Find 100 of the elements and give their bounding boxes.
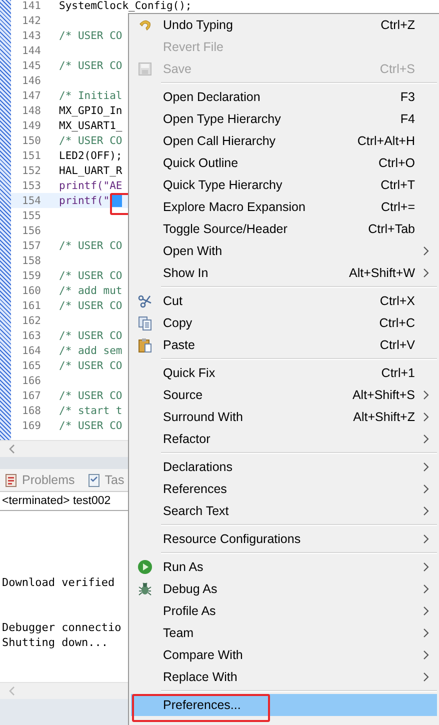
chevron-right-icon: [423, 462, 429, 472]
chevron-right-icon: [423, 246, 429, 256]
line-number: 152: [21, 164, 42, 176]
line-number: 144: [21, 44, 42, 56]
bug-icon: [137, 581, 153, 597]
menu-item[interactable]: Explore Macro Expansion Ctrl+=: [131, 196, 437, 218]
chevron-right-icon: [423, 390, 429, 400]
line-number: 167: [21, 390, 42, 402]
code-text: /* USER CO: [59, 30, 122, 42]
copy-icon: [137, 315, 153, 331]
scissors-icon: [137, 293, 153, 309]
line-number: 150: [21, 134, 42, 146]
menu-item[interactable]: Open Declaration F3: [131, 86, 437, 108]
menu-item[interactable]: Resource Configurations: [131, 528, 437, 550]
menu-item[interactable]: Cut Ctrl+X: [131, 290, 437, 312]
menu-item[interactable]: Paste Ctrl+V: [131, 334, 437, 356]
line-number: 155: [21, 210, 42, 222]
code-text: /* add sem: [59, 344, 122, 356]
chevron-right-icon: [423, 434, 429, 444]
menu-item[interactable]: Run As: [131, 556, 437, 578]
line-number: 143: [21, 30, 42, 42]
code-text: /* USER CO: [59, 240, 122, 252]
line-number: 168: [21, 404, 42, 416]
line-number: 169: [21, 420, 42, 432]
console-line: Download verified: [2, 575, 115, 590]
line-number: 156: [21, 224, 42, 236]
menu-item[interactable]: Quick Fix Ctrl+1: [131, 362, 437, 384]
menu-item[interactable]: Toggle Source/Header Ctrl+Tab: [131, 218, 437, 240]
line-number: 166: [21, 374, 42, 386]
console-line: Shutting down...: [2, 635, 108, 650]
menu-item[interactable]: Undo Typing Ctrl+Z: [131, 14, 437, 36]
line-number: 151: [21, 150, 42, 162]
line-number: 163: [21, 330, 42, 342]
console-title: <terminated> test002: [2, 495, 111, 507]
chevron-right-icon: [423, 484, 429, 494]
line-number: 158: [21, 254, 42, 266]
code-text: /* USER CO: [59, 390, 122, 402]
menu-item[interactable]: Quick Type Hierarchy Ctrl+T: [131, 174, 437, 196]
scroll-left-icon[interactable]: [8, 444, 16, 454]
line-number: 161: [21, 300, 42, 312]
menu-item[interactable]: Debug As: [131, 578, 437, 600]
play-icon: [137, 559, 153, 575]
line-number: 148: [21, 104, 42, 116]
code-text: /* USER CO: [59, 420, 122, 432]
menu-item[interactable]: Search Text: [131, 500, 437, 522]
code-text: /* USER CO: [59, 360, 122, 372]
code-text: MX_USART1_: [59, 120, 122, 132]
code-text: /* USER CO: [59, 60, 122, 72]
line-number: 141: [21, 0, 42, 12]
menu-item[interactable]: Open Call Hierarchy Ctrl+Alt+H: [131, 130, 437, 152]
chevron-right-icon: [423, 650, 429, 660]
code-text: /* USER CO: [59, 134, 122, 146]
line-number: 162: [21, 314, 42, 326]
menu-item[interactable]: Open Type Hierarchy F4: [131, 108, 437, 130]
menu-item[interactable]: References: [131, 478, 437, 500]
code-text: HAL_UART_R: [59, 164, 122, 176]
line-number: 142: [21, 14, 42, 26]
line-number: 165: [21, 360, 42, 372]
code-text: LED2(OFF);: [59, 150, 122, 162]
menu-item[interactable]: Copy Ctrl+C: [131, 312, 437, 334]
chevron-right-icon: [423, 412, 429, 422]
chevron-right-icon: [423, 562, 429, 572]
menu-item[interactable]: Team: [131, 622, 437, 644]
menu-item[interactable]: Show In Alt+Shift+W: [131, 262, 437, 284]
chevron-right-icon: [423, 584, 429, 594]
code-text: MX_GPIO_In: [59, 104, 122, 116]
line-number: 164: [21, 344, 42, 356]
code-text: /* start t: [59, 404, 122, 416]
menu-item[interactable]: Source Alt+Shift+S: [131, 384, 437, 406]
chevron-right-icon: [423, 606, 429, 616]
chevron-right-icon: [423, 628, 429, 638]
code-text: /* USER CO: [59, 300, 122, 312]
line-number: 160: [21, 284, 42, 296]
code-text: /* USER CO: [59, 270, 122, 282]
line-number: 154: [21, 194, 42, 206]
chevron-right-icon: [423, 534, 429, 544]
menu-item[interactable]: Declarations: [131, 456, 437, 478]
menu-item[interactable]: Profile As: [131, 600, 437, 622]
menu-item[interactable]: Open With: [131, 240, 437, 262]
line-number: 145: [21, 60, 42, 72]
line-number: 149: [21, 120, 42, 132]
code-text: printf(": [59, 194, 110, 206]
menu-item[interactable]: Replace With: [131, 666, 437, 688]
chevron-right-icon: [423, 506, 429, 516]
menu-item[interactable]: Surround With Alt+Shift+Z: [131, 406, 437, 428]
code-text: /* add mut: [59, 284, 122, 296]
line-number: 159: [21, 270, 42, 282]
line-number: 153: [21, 180, 42, 192]
code-text: /* Initial: [59, 90, 122, 102]
chevron-right-icon: [423, 672, 429, 682]
menu-item[interactable]: Preferences...: [131, 694, 437, 716]
scroll-left-icon[interactable]: [8, 686, 16, 696]
menu-item[interactable]: Quick Outline Ctrl+O: [131, 152, 437, 174]
chevron-right-icon: [423, 268, 429, 278]
code-text: printf("AE: [59, 180, 122, 192]
code-text: SystemClock_Config();: [59, 0, 192, 12]
menu-item[interactable]: Compare With: [131, 644, 437, 666]
line-number: 146: [21, 74, 42, 86]
line-number: 147: [21, 90, 42, 102]
menu-item[interactable]: Refactor: [131, 428, 437, 450]
